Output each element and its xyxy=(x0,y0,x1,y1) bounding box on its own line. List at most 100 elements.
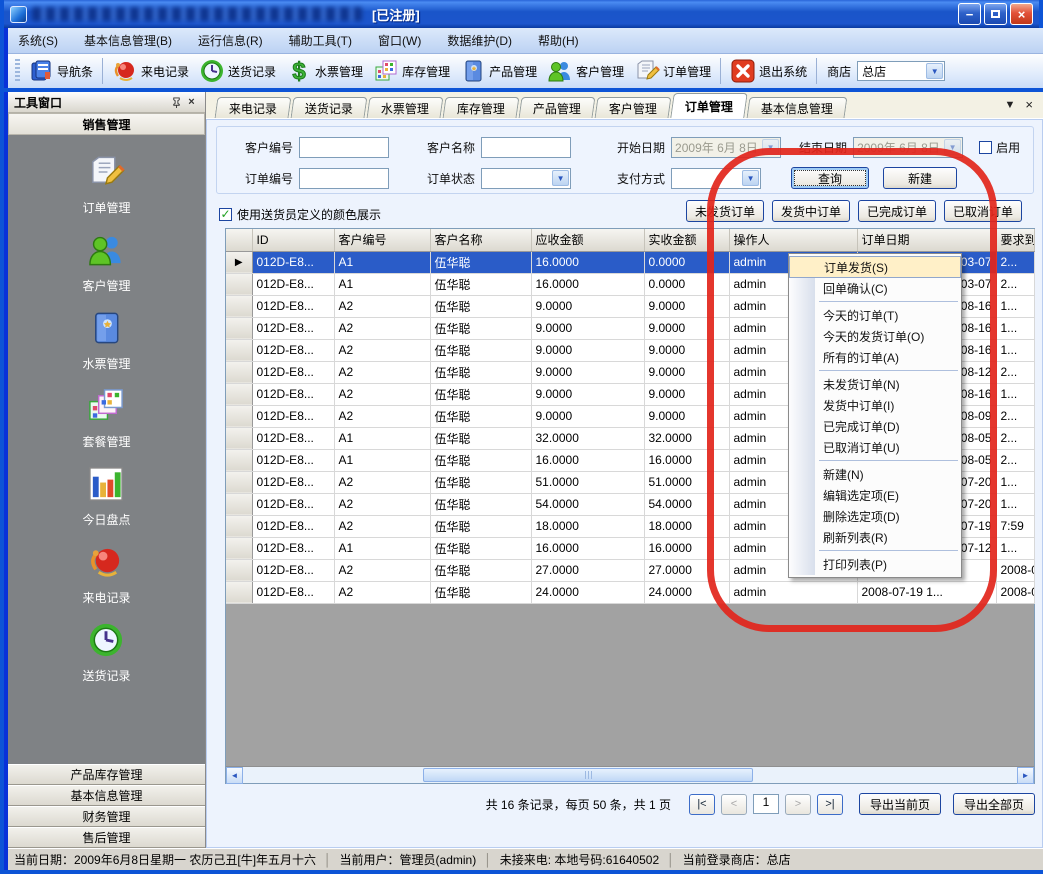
page-number-input[interactable]: 1 xyxy=(753,794,779,814)
sidebar-items: 订单管理客户管理水票管理套餐管理今日盘点来电记录送货记录 xyxy=(8,135,205,764)
next-page-button[interactable]: > xyxy=(785,794,811,815)
sidebar-item-2[interactable]: 水票管理 xyxy=(82,309,130,372)
menu-item-2[interactable]: 运行信息(R) xyxy=(198,32,263,49)
scroll-left-icon[interactable]: ◄ xyxy=(226,767,243,784)
toolbar-button-3[interactable]: $水票管理 xyxy=(281,56,368,86)
column-header-6[interactable]: 操作人 xyxy=(729,229,857,251)
color-display-checkbox[interactable]: ✓ xyxy=(219,208,232,221)
toolbar-button-4[interactable]: 库存管理 xyxy=(368,56,455,86)
scroll-right-icon[interactable]: ► xyxy=(1017,767,1034,784)
column-header-7[interactable]: 订单日期 xyxy=(857,229,996,251)
context-menu-item-17[interactable]: 打印列表(P) xyxy=(789,554,961,575)
query-button[interactable]: 查询 xyxy=(791,167,869,189)
horizontal-scrollbar[interactable]: ◄ ► xyxy=(226,766,1034,783)
column-header-5[interactable]: 实收金额 xyxy=(644,229,729,251)
context-menu-item-9[interactable]: 已完成订单(D) xyxy=(789,416,961,437)
sidebar-item-label: 客户管理 xyxy=(82,277,130,294)
tab-close-icon[interactable]: × xyxy=(1025,97,1033,112)
context-menu-item-14[interactable]: 删除选定项(D) xyxy=(789,506,961,527)
table-row-15[interactable]: 012D-E8...A2伍华聪24.000024.0000admin2008-0… xyxy=(226,581,1034,603)
sidebar-item-0[interactable]: 订单管理 xyxy=(82,153,130,216)
tab-7[interactable]: 基本信息管理 xyxy=(747,97,848,118)
enable-checkbox[interactable] xyxy=(979,141,992,154)
sidebar-item-1[interactable]: 客户管理 xyxy=(82,231,130,294)
sidebar-item-label: 今日盘点 xyxy=(82,511,130,528)
menu-item-5[interactable]: 数据维护(D) xyxy=(447,32,512,49)
menu-item-4[interactable]: 窗口(W) xyxy=(378,32,421,49)
sidebar-group-sales[interactable]: 销售管理 xyxy=(8,113,205,135)
context-menu-item-8[interactable]: 发货中订单(I) xyxy=(789,395,961,416)
sidebar-item-5[interactable]: 来电记录 xyxy=(82,543,130,606)
column-header-8[interactable]: 要求到货日期 xyxy=(996,229,1034,251)
sidebar-panel-2[interactable]: 财务管理 xyxy=(8,806,205,827)
context-menu-item-13[interactable]: 编辑选定项(E) xyxy=(789,485,961,506)
toolbar-button-7[interactable]: 订单管理 xyxy=(629,56,716,86)
tab-4[interactable]: 产品管理 xyxy=(519,97,596,118)
sidebar-panel-3[interactable]: 售后管理 xyxy=(8,827,205,848)
first-page-button[interactable]: |< xyxy=(689,794,715,815)
pin-icon[interactable] xyxy=(169,95,184,110)
export-all-pages-button[interactable]: 导出全部页 xyxy=(953,793,1035,815)
customer-name-input[interactable] xyxy=(481,137,571,158)
context-menu-item-10[interactable]: 已取消订单(U) xyxy=(789,437,961,458)
minimize-button[interactable]: − xyxy=(958,3,981,25)
prev-page-button[interactable]: < xyxy=(721,794,747,815)
new-button[interactable]: 新建 xyxy=(883,167,957,189)
customer-no-input[interactable] xyxy=(299,137,389,158)
menu-item-3[interactable]: 辅助工具(T) xyxy=(289,32,352,49)
column-header-2[interactable]: 客户编号 xyxy=(334,229,430,251)
tab-1[interactable]: 送货记录 xyxy=(291,97,368,118)
context-menu-item-1[interactable]: 回单确认(C) xyxy=(789,278,961,299)
context-menu-item-5[interactable]: 所有的订单(A) xyxy=(789,347,961,368)
start-date-picker[interactable]: 2009年 6月 8日▼ xyxy=(671,137,781,158)
pay-method-select[interactable]: ▼ xyxy=(671,168,761,189)
sidebar-panel-1[interactable]: 基本信息管理 xyxy=(8,785,205,806)
cell: 2008-07-19 1... xyxy=(996,559,1034,581)
tab-3[interactable]: 库存管理 xyxy=(443,97,520,118)
sidebar-item-4[interactable]: 今日盘点 xyxy=(82,465,130,528)
column-header-0[interactable] xyxy=(226,229,252,251)
menu-item-0[interactable]: 系统(S) xyxy=(18,32,58,49)
column-header-3[interactable]: 客户名称 xyxy=(430,229,531,251)
context-menu-item-0[interactable]: 订单发货(S) xyxy=(789,256,961,278)
context-menu-item-12[interactable]: 新建(N) xyxy=(789,464,961,485)
toolbar-button-5[interactable]: 产品管理 xyxy=(455,56,542,86)
context-menu-item-3[interactable]: 今天的订单(T) xyxy=(789,305,961,326)
toolbar-button-6[interactable]: 客户管理 xyxy=(542,56,629,86)
sidebar-item-3[interactable]: 套餐管理 xyxy=(82,387,130,450)
context-menu-item-15[interactable]: 刷新列表(R) xyxy=(789,527,961,548)
maximize-button[interactable] xyxy=(984,3,1007,25)
tab-6[interactable]: 订单管理 xyxy=(670,93,748,118)
close-sidebar-icon[interactable]: × xyxy=(184,95,199,110)
order-status-select[interactable]: ▼ xyxy=(481,168,571,189)
context-menu-item-4[interactable]: 今天的发货订单(O) xyxy=(789,326,961,347)
cell: 1... xyxy=(996,317,1034,339)
toolbar-button-0[interactable]: 导航条 xyxy=(23,56,98,86)
order-no-input[interactable] xyxy=(299,168,389,189)
toolbar-button-1[interactable]: 来电记录 xyxy=(107,56,194,86)
order-status-filter-button-1[interactable]: 发货中订单 xyxy=(772,200,850,222)
end-date-picker[interactable]: 2009年 6月 8日▼ xyxy=(853,137,963,158)
export-current-page-button[interactable]: 导出当前页 xyxy=(859,793,941,815)
menu-item-6[interactable]: 帮助(H) xyxy=(538,32,579,49)
last-page-button[interactable]: >| xyxy=(817,794,843,815)
column-header-1[interactable]: ID xyxy=(252,229,334,251)
shop-select[interactable]: 总店▼ xyxy=(857,61,945,81)
column-header-4[interactable]: 应收金额 xyxy=(531,229,644,251)
close-button[interactable]: × xyxy=(1010,3,1033,25)
scrollbar-track[interactable] xyxy=(243,767,1017,784)
sidebar-item-6[interactable]: 送货记录 xyxy=(82,621,130,684)
menu-item-1[interactable]: 基本信息管理(B) xyxy=(84,32,172,49)
toolbar-button-8[interactable]: 退出系统 xyxy=(725,56,812,86)
tab-5[interactable]: 客户管理 xyxy=(595,97,672,118)
context-menu-item-7[interactable]: 未发货订单(N) xyxy=(789,374,961,395)
tab-2[interactable]: 水票管理 xyxy=(367,97,444,118)
scrollbar-thumb[interactable] xyxy=(423,768,753,782)
tab-0[interactable]: 来电记录 xyxy=(215,97,292,118)
sidebar-panel-0[interactable]: 产品库存管理 xyxy=(8,764,205,785)
toolbar-button-2[interactable]: 送货记录 xyxy=(194,56,281,86)
order-status-filter-button-0[interactable]: 未发货订单 xyxy=(686,200,764,222)
order-status-filter-button-2[interactable]: 已完成订单 xyxy=(858,200,936,222)
tab-list-dropdown-icon[interactable]: ▼ xyxy=(1005,99,1016,111)
order-status-filter-button-3[interactable]: 已取消订单 xyxy=(944,200,1022,222)
